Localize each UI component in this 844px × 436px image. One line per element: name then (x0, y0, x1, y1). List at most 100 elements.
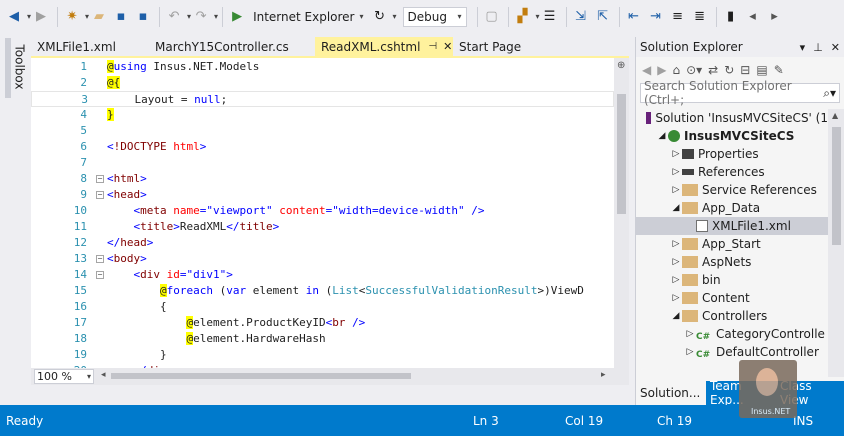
refresh-icon[interactable]: ↻ (724, 63, 734, 77)
code-line[interactable]: 9 − <head> (31, 187, 614, 203)
solution-config-select[interactable]: Debug ▾ (402, 6, 467, 27)
tree-item[interactable]: ▷ C# DefaultController (636, 343, 828, 361)
save-icon[interactable]: ▪ (111, 6, 131, 28)
open-folder-icon[interactable]: ▰ (89, 6, 109, 28)
tab-readxml[interactable]: ReadXML.cshtml ⊣ ✕ (315, 37, 453, 56)
search-icon[interactable]: ⌕▾ (823, 86, 836, 101)
home-icon[interactable]: ⌂ (672, 63, 680, 77)
collapse-icon[interactable]: − (96, 255, 104, 263)
collapse-icon[interactable]: − (96, 191, 104, 199)
collapsed-arrow-icon[interactable]: ▷ (670, 145, 682, 163)
code-line[interactable]: 19 } (31, 347, 614, 363)
copy-icon[interactable]: ▢ (482, 6, 502, 28)
forward-icon[interactable]: ▶ (31, 6, 51, 28)
code-line[interactable]: 2 @{ (31, 75, 614, 91)
forward-icon[interactable]: ▶ (657, 63, 666, 77)
close-icon[interactable]: ✕ (443, 40, 452, 53)
indent-icon[interactable]: ⇥ (646, 6, 666, 28)
code-line[interactable]: 17 @element.ProductKeyID<br /> (31, 315, 614, 331)
tree-item[interactable]: ▷ Content (636, 289, 828, 307)
new-project-icon[interactable]: ✷ (62, 6, 82, 28)
zoom-select[interactable]: 100 % ▾ (34, 369, 94, 384)
tree-item[interactable]: ▷ App_Start (636, 235, 828, 253)
back-icon[interactable]: ◀ (4, 6, 24, 28)
outdent-icon[interactable]: ⇤ (624, 6, 644, 28)
scrollbar-thumb[interactable] (617, 94, 626, 214)
tab-solution-explorer[interactable]: Solution... (636, 381, 706, 405)
run-target-dropdown-icon[interactable]: ▾ (360, 12, 364, 21)
tree-item[interactable]: ▷ AspNets (636, 253, 828, 271)
expanded-arrow-icon[interactable]: ◢ (670, 199, 682, 217)
collapse-all-icon[interactable]: ⊟ (740, 63, 750, 77)
code-line[interactable]: 4} (31, 107, 614, 123)
tree-item[interactable]: ◢ InsusMVCSiteCS (636, 127, 828, 145)
pin-icon[interactable]: ⊣ (428, 41, 437, 52)
collapsed-arrow-icon[interactable]: ▷ (670, 253, 682, 271)
sync-icon[interactable]: ⇄ (708, 63, 718, 77)
tab-marchy15controller[interactable]: MarchY15Controller.cs (149, 37, 315, 56)
comment-icon[interactable]: ≡ (668, 6, 688, 28)
code-line[interactable]: 3 Layout = null; (31, 91, 614, 107)
refresh-icon[interactable]: ↻ (370, 6, 390, 28)
tree-item[interactable]: ◢ App_Data (636, 199, 828, 217)
code-line[interactable]: 10 <meta name="viewport" content="width=… (31, 203, 614, 219)
properties-icon[interactable]: ✎ (774, 63, 784, 77)
tab-start-page[interactable]: Start Page (453, 37, 553, 56)
bookmark-icon[interactable]: ▮ (721, 6, 741, 28)
browser-link-icon[interactable]: ▞ (513, 6, 533, 28)
uncomment-icon[interactable]: ≣ (690, 6, 710, 28)
tab-xmlfile1[interactable]: XMLFile1.xml (31, 37, 149, 56)
tree-item[interactable]: ▷ References (636, 163, 828, 181)
code-line[interactable]: 11 <title>ReadXML</title> (31, 219, 614, 235)
tree-item[interactable]: Solution 'InsusMVCSiteCS' (1 (636, 109, 828, 127)
collapse-icon[interactable]: − (96, 175, 104, 183)
solution-search-input[interactable]: Search Solution Explorer (Ctrl+; ⌕▾ (640, 79, 840, 107)
code-line[interactable]: 16 { (31, 299, 614, 315)
refresh-dropdown-icon[interactable]: ▾ (393, 12, 397, 21)
close-icon[interactable]: ✕ (831, 41, 840, 54)
start-debug-icon[interactable]: ▶ (227, 6, 247, 28)
run-target-label[interactable]: Internet Explorer (253, 10, 354, 24)
editor-vertical-scrollbar[interactable]: ⊕ (614, 58, 629, 368)
split-icon[interactable]: ⊕ (617, 60, 625, 71)
step-over-icon[interactable]: ⇱ (593, 6, 613, 28)
collapsed-arrow-icon[interactable]: ▷ (670, 271, 682, 289)
solution-explorer-icon[interactable]: ☰ (540, 6, 560, 28)
code-line[interactable]: 12 </head> (31, 235, 614, 251)
collapsed-arrow-icon[interactable]: ▷ (670, 289, 682, 307)
code-line[interactable]: 6 <!DOCTYPE html> (31, 139, 614, 155)
collapsed-arrow-icon[interactable]: ▷ (684, 343, 696, 361)
code-line[interactable]: 8 − <html> (31, 171, 614, 187)
scroll-left-icon[interactable]: ◂ (101, 370, 106, 380)
solution-tree-scrollbar[interactable]: ▲ (828, 109, 844, 377)
back-icon[interactable]: ◀ (642, 63, 651, 77)
tree-item[interactable]: ▷ Properties (636, 145, 828, 163)
undo-icon[interactable]: ↶ (164, 6, 184, 28)
scroll-right-icon[interactable]: ▸ (601, 370, 606, 380)
tree-item[interactable]: ▷ bin (636, 271, 828, 289)
next-bookmark-icon[interactable]: ▸ (765, 6, 785, 28)
pending-changes-icon[interactable]: ⊙▾ (686, 63, 702, 77)
toolbox-tab[interactable]: Toolbox (5, 38, 27, 98)
code-line[interactable]: 7 (31, 155, 614, 171)
code-line[interactable]: 15 @foreach (var element in (List<Succes… (31, 283, 614, 299)
redo-dropdown-icon[interactable]: ▾ (214, 12, 218, 21)
collapsed-arrow-icon[interactable]: ▷ (670, 235, 682, 253)
save-all-icon[interactable]: ▪ (133, 6, 153, 28)
horizontal-scrollbar-thumb[interactable] (111, 373, 411, 379)
expanded-arrow-icon[interactable]: ◢ (670, 307, 682, 325)
code-editor[interactable]: 20 </div>19 }18 @element.HardwareHash17 … (31, 56, 629, 368)
redo-icon[interactable]: ↷ (191, 6, 211, 28)
expanded-arrow-icon[interactable]: ◢ (656, 127, 668, 145)
scroll-up-icon[interactable]: ▲ (832, 111, 838, 120)
tree-item[interactable]: ▷ C# CategoryControlle (636, 325, 828, 343)
collapse-icon[interactable]: − (96, 271, 104, 279)
scrollbar-thumb[interactable] (832, 127, 841, 245)
code-line[interactable]: 5 (31, 123, 614, 139)
code-line[interactable]: 18 @element.HardwareHash (31, 331, 614, 347)
code-line[interactable]: 14 − <div id="div1"> (31, 267, 614, 283)
show-all-files-icon[interactable]: ▤ (756, 63, 767, 77)
tree-item[interactable]: ▷ Service References (636, 181, 828, 199)
code-line[interactable]: 13 − <body> (31, 251, 614, 267)
window-position-icon[interactable]: ▾ (800, 41, 806, 54)
